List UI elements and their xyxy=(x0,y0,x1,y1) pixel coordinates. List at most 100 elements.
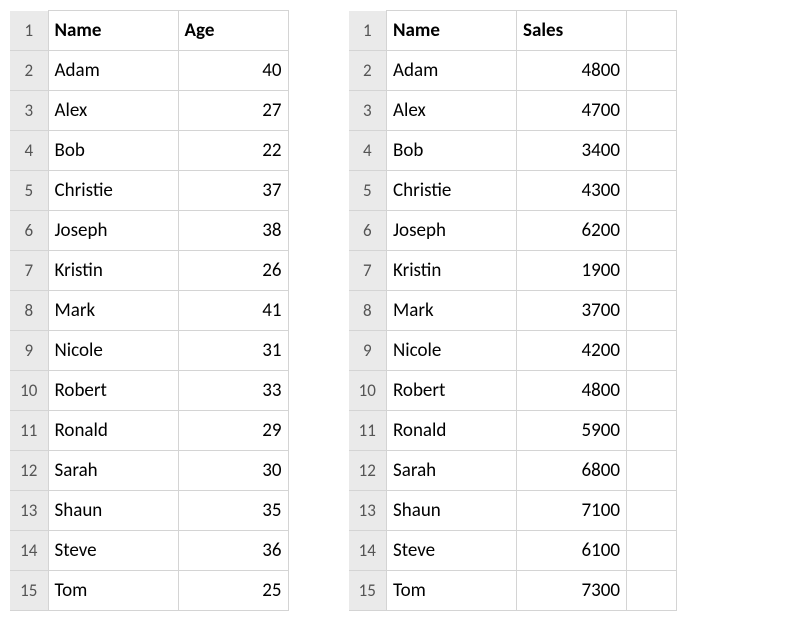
empty-cell[interactable] xyxy=(627,211,677,251)
cell-name[interactable]: Tom xyxy=(387,571,517,611)
cell-name[interactable]: Christie xyxy=(48,171,178,211)
cell-sales[interactable]: 4800 xyxy=(517,51,627,91)
row-number[interactable]: 3 xyxy=(349,91,387,131)
row-number[interactable]: 1 xyxy=(349,11,387,51)
empty-cell[interactable] xyxy=(627,51,677,91)
cell-name[interactable]: Steve xyxy=(48,531,178,571)
row-number[interactable]: 8 xyxy=(349,291,387,331)
row-number[interactable]: 1 xyxy=(10,11,48,51)
empty-cell[interactable] xyxy=(627,131,677,171)
cell-age[interactable]: 41 xyxy=(178,291,288,331)
cell-name[interactable]: Nicole xyxy=(387,331,517,371)
cell-name[interactable]: Adam xyxy=(387,51,517,91)
header-name[interactable]: Name xyxy=(387,11,517,51)
cell-age[interactable]: 25 xyxy=(178,571,288,611)
row-number[interactable]: 2 xyxy=(10,51,48,91)
empty-cell[interactable] xyxy=(627,91,677,131)
cell-sales[interactable]: 6800 xyxy=(517,451,627,491)
row-number[interactable]: 9 xyxy=(349,331,387,371)
cell-name[interactable]: Robert xyxy=(48,371,178,411)
cell-name[interactable]: Robert xyxy=(387,371,517,411)
empty-cell[interactable] xyxy=(627,531,677,571)
cell-age[interactable]: 26 xyxy=(178,251,288,291)
empty-cell[interactable] xyxy=(627,451,677,491)
cell-name[interactable]: Alex xyxy=(387,91,517,131)
row-number[interactable]: 8 xyxy=(10,291,48,331)
cell-age[interactable]: 38 xyxy=(178,211,288,251)
cell-name[interactable]: Nicole xyxy=(48,331,178,371)
cell-name[interactable]: Ronald xyxy=(387,411,517,451)
cell-name[interactable]: Bob xyxy=(48,131,178,171)
row-number[interactable]: 7 xyxy=(349,251,387,291)
row-number[interactable]: 4 xyxy=(349,131,387,171)
row-number[interactable]: 5 xyxy=(10,171,48,211)
row-number[interactable]: 12 xyxy=(349,451,387,491)
header-name[interactable]: Name xyxy=(48,11,178,51)
empty-cell[interactable] xyxy=(627,491,677,531)
cell-name[interactable]: Tom xyxy=(48,571,178,611)
cell-name[interactable]: Mark xyxy=(387,291,517,331)
row-number[interactable]: 13 xyxy=(10,491,48,531)
cell-name[interactable]: Shaun xyxy=(48,491,178,531)
empty-cell[interactable] xyxy=(627,11,677,51)
empty-cell[interactable] xyxy=(627,331,677,371)
cell-name[interactable]: Joseph xyxy=(387,211,517,251)
cell-name[interactable]: Joseph xyxy=(48,211,178,251)
cell-age[interactable]: 36 xyxy=(178,531,288,571)
empty-cell[interactable] xyxy=(627,411,677,451)
cell-sales[interactable]: 6100 xyxy=(517,531,627,571)
cell-name[interactable]: Sarah xyxy=(48,451,178,491)
row-number[interactable]: 9 xyxy=(10,331,48,371)
cell-sales[interactable]: 3400 xyxy=(517,131,627,171)
cell-sales[interactable]: 4200 xyxy=(517,331,627,371)
cell-name[interactable]: Bob xyxy=(387,131,517,171)
cell-name[interactable]: Kristin xyxy=(387,251,517,291)
cell-name[interactable]: Steve xyxy=(387,531,517,571)
header-sales[interactable]: Sales xyxy=(517,11,627,51)
cell-name[interactable]: Ronald xyxy=(48,411,178,451)
row-number[interactable]: 12 xyxy=(10,451,48,491)
cell-sales[interactable]: 7300 xyxy=(517,571,627,611)
row-number[interactable]: 3 xyxy=(10,91,48,131)
header-age[interactable]: Age xyxy=(178,11,288,51)
row-number[interactable]: 11 xyxy=(10,411,48,451)
cell-age[interactable]: 33 xyxy=(178,371,288,411)
cell-age[interactable]: 22 xyxy=(178,131,288,171)
cell-age[interactable]: 37 xyxy=(178,171,288,211)
cell-sales[interactable]: 6200 xyxy=(517,211,627,251)
cell-sales[interactable]: 1900 xyxy=(517,251,627,291)
row-number[interactable]: 5 xyxy=(349,171,387,211)
cell-sales[interactable]: 4800 xyxy=(517,371,627,411)
row-number[interactable]: 13 xyxy=(349,491,387,531)
cell-age[interactable]: 29 xyxy=(178,411,288,451)
row-number[interactable]: 15 xyxy=(10,571,48,611)
empty-cell[interactable] xyxy=(627,251,677,291)
cell-name[interactable]: Kristin xyxy=(48,251,178,291)
row-number[interactable]: 10 xyxy=(349,371,387,411)
cell-age[interactable]: 31 xyxy=(178,331,288,371)
cell-age[interactable]: 35 xyxy=(178,491,288,531)
row-number[interactable]: 6 xyxy=(10,211,48,251)
cell-sales[interactable]: 4700 xyxy=(517,91,627,131)
empty-cell[interactable] xyxy=(627,291,677,331)
row-number[interactable]: 6 xyxy=(349,211,387,251)
row-number[interactable]: 2 xyxy=(349,51,387,91)
row-number[interactable]: 14 xyxy=(10,531,48,571)
cell-name[interactable]: Mark xyxy=(48,291,178,331)
cell-name[interactable]: Sarah xyxy=(387,451,517,491)
row-number[interactable]: 10 xyxy=(10,371,48,411)
empty-cell[interactable] xyxy=(627,371,677,411)
cell-name[interactable]: Alex xyxy=(48,91,178,131)
row-number[interactable]: 14 xyxy=(349,531,387,571)
row-number[interactable]: 11 xyxy=(349,411,387,451)
cell-name[interactable]: Shaun xyxy=(387,491,517,531)
row-number[interactable]: 4 xyxy=(10,131,48,171)
cell-name[interactable]: Christie xyxy=(387,171,517,211)
row-number[interactable]: 7 xyxy=(10,251,48,291)
empty-cell[interactable] xyxy=(627,171,677,211)
cell-sales[interactable]: 7100 xyxy=(517,491,627,531)
row-number[interactable]: 15 xyxy=(349,571,387,611)
cell-age[interactable]: 27 xyxy=(178,91,288,131)
cell-name[interactable]: Adam xyxy=(48,51,178,91)
cell-sales[interactable]: 3700 xyxy=(517,291,627,331)
